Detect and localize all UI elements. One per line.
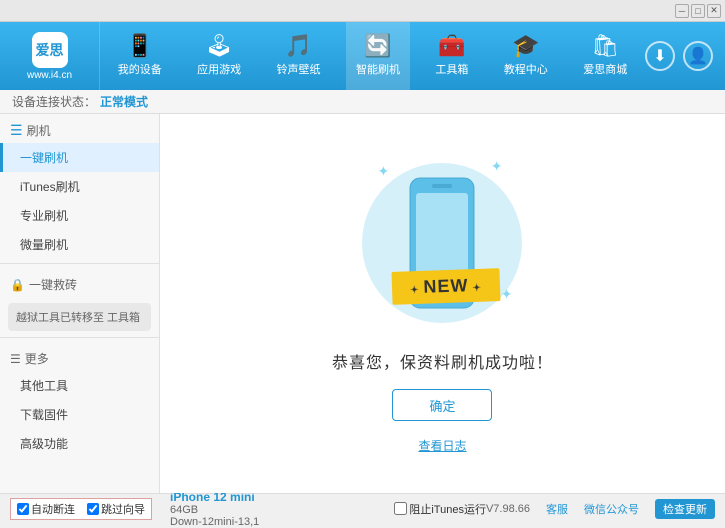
sparkle-1: ✦ <box>377 163 389 180</box>
nav-item-label: 智能刷机 <box>356 61 400 77</box>
shop-icon: 🛍 <box>591 35 619 57</box>
nav-items: 📱 我的设备 🕹 应用游戏 🎵 铃声壁纸 🔄 智能刷机 🧰 工具箱 🎓 教程中心… <box>100 22 645 90</box>
stop-itunes: 阻止iTunes运行 <box>394 501 486 517</box>
close-button[interactable]: ✕ <box>707 4 721 18</box>
sidebar-divider-2 <box>0 337 159 338</box>
sidebar-section-flash: ☰ 刷机 <box>0 114 159 143</box>
sidebar-item-micro-flash[interactable]: 微量刷机 <box>0 230 159 259</box>
sidebar-item-advanced[interactable]: 高级功能 <box>0 429 159 458</box>
logo-icon: 爱思 <box>32 32 68 68</box>
toolbox-icon: 🧰 <box>438 35 465 57</box>
success-text: 恭喜您，保资料刷机成功啦！ <box>332 349 553 373</box>
nav-item-label: 铃声壁纸 <box>277 61 321 77</box>
goto-log-link[interactable]: 查看日志 <box>418 437 466 454</box>
titlebar: ─ □ ✕ <box>0 0 725 22</box>
stop-itunes-checkbox[interactable] <box>394 502 407 515</box>
maximize-button[interactable]: □ <box>691 4 705 18</box>
content-area: ✦ ✦ ✦ NEW 恭喜您，保资料 <box>160 114 725 493</box>
hero-area: ✦ ✦ ✦ NEW 恭喜您，保资料 <box>332 153 553 454</box>
onekey-rescue-label: 一键救砖 <box>29 276 77 293</box>
top-nav: 爱思 www.i4.cn 📱 我的设备 🕹 应用游戏 🎵 铃声壁纸 🔄 智能刷机… <box>0 22 725 90</box>
flash-icon: 🔄 <box>364 35 391 57</box>
status-label: 设备连接状态： <box>12 93 96 110</box>
sidebar-section-label: 刷机 <box>27 122 51 139</box>
nav-item-label: 教程中心 <box>504 61 548 77</box>
nav-item-smart-flash[interactable]: 🔄 智能刷机 <box>346 22 410 90</box>
phone-icon: 📱 <box>126 35 153 57</box>
sidebar-more-label: 更多 <box>25 350 49 367</box>
confirm-button[interactable]: 确定 <box>392 389 492 421</box>
sidebar-onekey-rescue: 🔒 一键救砖 <box>0 268 159 297</box>
sidebar-item-itunes-flash[interactable]: iTunes刷机 <box>0 172 159 201</box>
ringtone-icon: 🎵 <box>285 35 312 57</box>
sidebar-section-more: ☰ 更多 <box>0 342 159 371</box>
nav-item-ringtones[interactable]: 🎵 铃声壁纸 <box>267 22 331 90</box>
nav-item-my-device[interactable]: 📱 我的设备 <box>108 22 172 90</box>
bottom-bar: 自动断连 跳过向导 iPhone 12 mini 64GB Down-12min… <box>0 493 725 523</box>
logo-area: 爱思 www.i4.cn <box>0 22 100 90</box>
sidebar: ☰ 刷机 一键刷机 iTunes刷机 专业刷机 微量刷机 🔒 一键救砖 越狱工具… <box>0 114 160 493</box>
auto-disconnect-checkbox[interactable]: 自动断连 <box>17 501 75 517</box>
nav-item-label: 应用游戏 <box>197 61 241 77</box>
wechat-link[interactable]: 微信公众号 <box>584 501 639 517</box>
bottombar-right: V7.98.66 客服 微信公众号 检查更新 <box>486 499 715 519</box>
sidebar-item-download-firmware[interactable]: 下载固件 <box>0 400 159 429</box>
user-button[interactable]: 👤 <box>683 41 713 71</box>
nav-item-label: 工具箱 <box>435 61 468 77</box>
sparkle-2: ✦ <box>491 158 503 175</box>
logo-text: www.i4.cn <box>27 70 72 81</box>
nav-item-toolbox[interactable]: 🧰 工具箱 <box>425 22 478 90</box>
apps-icon: 🕹 <box>205 35 233 57</box>
device-model: Down-12mini-13,1 <box>170 516 259 528</box>
nav-right: ⬇ 👤 <box>645 41 725 71</box>
nav-item-label: 爱思商城 <box>583 61 627 77</box>
new-ribbon: NEW <box>392 268 501 305</box>
sidebar-divider-1 <box>0 263 159 264</box>
skip-wizard-label: 跳过向导 <box>101 501 145 517</box>
main-layout: ☰ 刷机 一键刷机 iTunes刷机 专业刷机 微量刷机 🔒 一键救砖 越狱工具… <box>0 114 725 493</box>
device-storage: 64GB <box>170 504 259 516</box>
tutorial-icon: 🎓 <box>512 35 539 57</box>
skip-wizard-input[interactable] <box>87 503 99 515</box>
more-icon: ☰ <box>10 352 21 366</box>
sidebar-item-onekey-flash[interactable]: 一键刷机 <box>0 143 159 172</box>
lock-icon: 🔒 <box>10 278 25 292</box>
sparkle-3: ✦ <box>501 286 513 303</box>
auto-disconnect-input[interactable] <box>17 503 29 515</box>
sidebar-info-box: 越狱工具已转移至 工具箱 <box>8 303 151 331</box>
minimize-button[interactable]: ─ <box>675 4 689 18</box>
auto-disconnect-label: 自动断连 <box>31 501 75 517</box>
nav-item-apps-games[interactable]: 🕹 应用游戏 <box>187 22 251 90</box>
check-update-button[interactable]: 检查更新 <box>655 499 715 519</box>
status-bar: 设备连接状态： 正常模式 <box>0 90 725 114</box>
stop-itunes-label: 阻止iTunes运行 <box>409 501 486 517</box>
checkbox-group: 自动断连 跳过向导 <box>10 498 152 520</box>
phone-illustration: ✦ ✦ ✦ NEW <box>362 153 522 333</box>
support-link[interactable]: 客服 <box>546 501 568 517</box>
flash-section-icon: ☰ <box>10 122 23 139</box>
nav-item-label: 我的设备 <box>118 61 162 77</box>
phone-svg-container: NEW <box>402 173 482 313</box>
skip-wizard-checkbox[interactable]: 跳过向导 <box>87 501 145 517</box>
nav-item-tutorial[interactable]: 🎓 教程中心 <box>494 22 558 90</box>
status-value: 正常模式 <box>100 93 148 110</box>
bottombar-left: 自动断连 跳过向导 iPhone 12 mini 64GB Down-12min… <box>10 490 394 528</box>
download-button[interactable]: ⬇ <box>645 41 675 71</box>
sidebar-item-other-tools[interactable]: 其他工具 <box>0 371 159 400</box>
device-info: iPhone 12 mini 64GB Down-12mini-13,1 <box>162 490 259 528</box>
version-label: V7.98.66 <box>486 503 530 515</box>
nav-item-shop[interactable]: 🛍 爱思商城 <box>573 22 637 90</box>
sidebar-item-pro-flash[interactable]: 专业刷机 <box>0 201 159 230</box>
